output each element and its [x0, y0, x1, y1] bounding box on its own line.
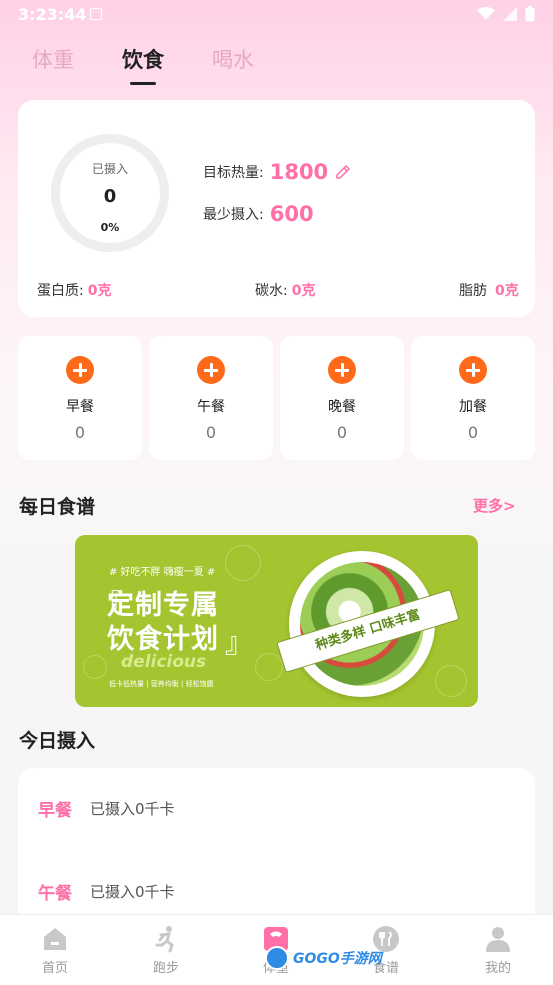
- min-intake-label: 最少摄入:: [203, 207, 264, 223]
- meal-name: 午餐: [197, 399, 225, 415]
- add-icon[interactable]: [197, 356, 225, 384]
- banner-script: delicious: [121, 652, 207, 672]
- fat-label: 脂肪: [459, 283, 487, 299]
- sketch-decoration: [255, 653, 283, 681]
- signal-icon: [503, 7, 517, 21]
- wifi-icon: [477, 7, 495, 20]
- nav-home[interactable]: 首页: [15, 925, 95, 976]
- daily-recipe-title: 每日食谱: [19, 496, 96, 518]
- intake-row-breakfast[interactable]: 早餐 已摄入0千卡: [38, 796, 175, 821]
- meal-snack-card[interactable]: 加餐 0: [411, 336, 535, 460]
- meal-name: 晚餐: [328, 399, 356, 415]
- carbs-stat: 碳水: 0克: [255, 280, 315, 300]
- edit-pencil-icon[interactable]: [334, 163, 352, 181]
- running-icon: [155, 926, 174, 953]
- ring-percent: 0%: [100, 221, 120, 234]
- watermark-logo-icon: [265, 946, 289, 970]
- ring-label: 已摄入: [91, 162, 128, 176]
- watermark: GOGO手游网: [265, 946, 382, 970]
- home-icon: [44, 928, 66, 950]
- protein-value: 0克: [87, 283, 112, 299]
- carbs-label: 碳水:: [255, 283, 288, 299]
- banner-tag: # 好吃不胖 嗨瘦一夏 #: [109, 567, 216, 578]
- meal-dinner-card[interactable]: 晚餐 0: [280, 336, 404, 460]
- intake-meal: 午餐: [38, 884, 72, 904]
- bracket-right: 』: [225, 626, 254, 659]
- protein-label: 蛋白质:: [37, 283, 84, 299]
- intake-ring: 已摄入 0 0%: [51, 134, 169, 252]
- fat-value: 0克: [495, 283, 519, 299]
- calorie-summary-card: 已摄入 0 0% 目标热量: 1800 最少摄入: 600 蛋白质: 0克 碳水:…: [18, 100, 535, 317]
- banner-headline-2: 饮食计划: [107, 624, 219, 655]
- system-icons: [477, 6, 535, 22]
- min-intake-value: 600: [269, 202, 314, 226]
- add-icon[interactable]: [328, 356, 356, 384]
- goal-calories-value: 1800: [269, 160, 329, 184]
- notification-icon: [90, 8, 102, 20]
- meal-count: 0: [336, 423, 348, 442]
- sketch-decoration: [225, 545, 261, 581]
- tab-diet[interactable]: 饮食: [122, 44, 164, 74]
- meal-count: 0: [74, 423, 86, 442]
- nav-running[interactable]: 跑步: [126, 925, 206, 976]
- watermark-text: GOGO手游网: [293, 951, 382, 967]
- meal-name: 加餐: [459, 399, 487, 415]
- sketch-decoration: [83, 655, 107, 679]
- sketch-decoration: [435, 665, 467, 697]
- intake-row-lunch[interactable]: 午餐 已摄入0千卡: [38, 879, 175, 904]
- meal-breakfast-card[interactable]: 早餐 0: [18, 336, 142, 460]
- intake-text: 已摄入0千卡: [90, 883, 175, 901]
- nav-label: 跑步: [152, 961, 179, 976]
- top-tabs: 体重 饮食 喝水: [32, 44, 254, 74]
- nav-profile[interactable]: 我的: [458, 925, 538, 976]
- banner-subtitle: 低卡低热量 | 营养均衡 | 轻松饱腹: [109, 680, 214, 688]
- meal-lunch-card[interactable]: 午餐 0: [149, 336, 273, 460]
- add-icon[interactable]: [66, 356, 94, 384]
- goal-calories-row: 目标热量: 1800: [203, 160, 352, 184]
- recipe-banner[interactable]: # 好吃不胖 嗨瘦一夏 # 『 定制专属 饮食计划 』 delicious 低卡…: [75, 535, 478, 707]
- goal-calories-label: 目标热量:: [203, 165, 264, 181]
- more-recipes-link[interactable]: 更多>: [473, 495, 516, 516]
- nav-label: 首页: [41, 961, 68, 976]
- tab-weight[interactable]: 体重: [32, 44, 74, 74]
- user-icon: [486, 927, 510, 952]
- meal-count: 0: [467, 423, 479, 442]
- fat-stat: 脂肪 0克: [459, 280, 519, 300]
- ring-value: 0: [103, 186, 117, 207]
- nav-label: 我的: [484, 961, 511, 976]
- add-icon[interactable]: [459, 356, 487, 384]
- intake-meal: 早餐: [38, 801, 72, 821]
- carbs-value: 0克: [291, 283, 316, 299]
- status-time: 3:23:44: [18, 5, 87, 24]
- tab-water[interactable]: 喝水: [212, 44, 254, 74]
- battery-icon: [525, 6, 535, 22]
- today-intake-card: 早餐 已摄入0千卡 午餐 已摄入0千卡: [18, 768, 535, 938]
- meal-count: 0: [205, 423, 217, 442]
- protein-stat: 蛋白质: 0克: [37, 280, 111, 300]
- today-intake-title: 今日摄入: [19, 730, 96, 752]
- intake-text: 已摄入0千卡: [90, 800, 175, 818]
- status-bar: 3:23:44: [0, 0, 553, 30]
- min-intake-row: 最少摄入: 600: [203, 202, 314, 226]
- meal-name: 早餐: [66, 399, 94, 415]
